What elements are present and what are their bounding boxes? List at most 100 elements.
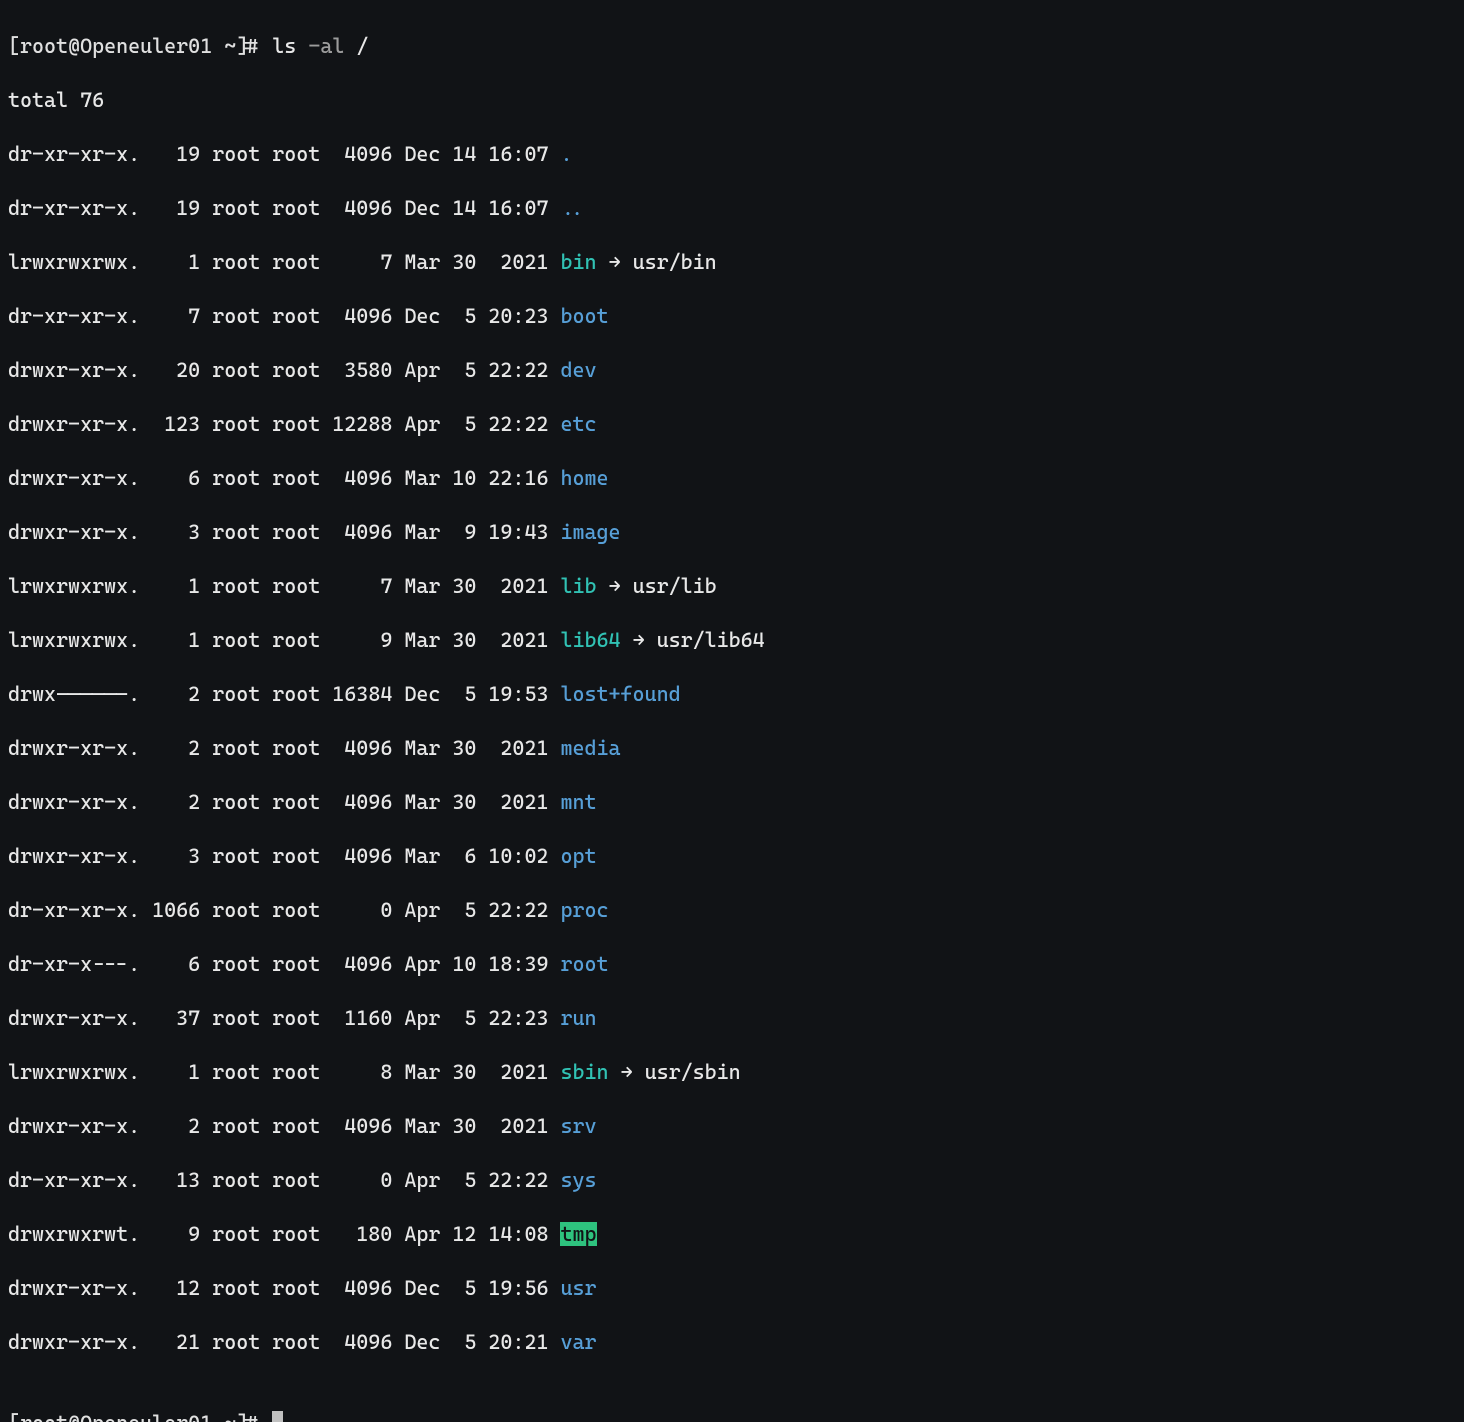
size: 4096 bbox=[332, 141, 392, 168]
group: root bbox=[272, 573, 332, 600]
filename: proc bbox=[560, 898, 608, 922]
owner: root bbox=[212, 573, 272, 600]
date: Apr 5 22:22 bbox=[404, 411, 560, 438]
filename: tmp bbox=[560, 1222, 596, 1246]
size: 180 bbox=[332, 1221, 392, 1248]
size: 4096 bbox=[332, 951, 392, 978]
prompt-user-host: root@Openeuler01 ~ bbox=[20, 34, 236, 58]
ls-row: dr-xr-xr-x.19 rootroot4096 Dec 14 16:07.… bbox=[8, 195, 1456, 222]
date: Dec 5 20:21 bbox=[404, 1329, 560, 1356]
filename: .. bbox=[560, 196, 584, 220]
date: Mar 30 2021 bbox=[404, 249, 560, 276]
filename: etc bbox=[560, 412, 596, 436]
group: root bbox=[272, 357, 332, 384]
size: 4096 bbox=[332, 465, 392, 492]
prompt-open-bracket: [ bbox=[8, 34, 20, 58]
size: 7 bbox=[332, 573, 392, 600]
ls-row: drwxr-xr-x.37 rootroot1160 Apr 5 22:23ru… bbox=[8, 1005, 1456, 1032]
group: root bbox=[272, 1275, 332, 1302]
owner: root bbox=[212, 1167, 272, 1194]
group: root bbox=[272, 1329, 332, 1356]
ls-row: drwxr-xr-x.6 rootroot4096 Mar 10 22:16ho… bbox=[8, 465, 1456, 492]
command-name: ls bbox=[272, 34, 296, 58]
size: 1160 bbox=[332, 1005, 392, 1032]
ls-row: lrwxrwxrwx.1 rootroot7 Mar 30 2021bin → … bbox=[8, 249, 1456, 276]
symlink-arrow-icon: → bbox=[597, 250, 633, 274]
symlink-arrow-icon: → bbox=[621, 628, 657, 652]
filename: dev bbox=[560, 358, 596, 382]
owner: root bbox=[212, 141, 272, 168]
link-count: 2 bbox=[152, 735, 200, 762]
permissions: drwxr-xr-x. bbox=[8, 1275, 152, 1302]
date: Apr 5 22:22 bbox=[404, 1167, 560, 1194]
owner: root bbox=[212, 303, 272, 330]
date: Dec 5 20:23 bbox=[404, 303, 560, 330]
permissions: dr-xr-xr-x. bbox=[8, 1167, 152, 1194]
group: root bbox=[272, 1113, 332, 1140]
date: Mar 30 2021 bbox=[404, 735, 560, 762]
permissions: drwxr-xr-x. bbox=[8, 789, 152, 816]
group: root bbox=[272, 735, 332, 762]
prompt-line-1: [root@Openeuler01 ~]# ls -al / bbox=[8, 33, 1456, 60]
owner: root bbox=[212, 519, 272, 546]
link-count: 1 bbox=[152, 249, 200, 276]
size: 0 bbox=[332, 897, 392, 924]
symlink-target: usr/sbin bbox=[645, 1060, 741, 1084]
filename: usr bbox=[560, 1276, 596, 1300]
group: root bbox=[272, 141, 332, 168]
filename: srv bbox=[560, 1114, 596, 1138]
size: 12288 bbox=[332, 411, 392, 438]
date: Apr 10 18:39 bbox=[404, 951, 560, 978]
size: 4096 bbox=[332, 1275, 392, 1302]
permissions: lrwxrwxrwx. bbox=[8, 1059, 152, 1086]
permissions: lrwxrwxrwx. bbox=[8, 573, 152, 600]
ls-row: drwxr-xr-x.2 rootroot4096 Mar 30 2021med… bbox=[8, 735, 1456, 762]
permissions: drwx------. bbox=[8, 681, 152, 708]
filename: sbin bbox=[560, 1060, 608, 1084]
filename: bin bbox=[560, 250, 596, 274]
group: root bbox=[272, 303, 332, 330]
permissions: dr-xr-xr-x. bbox=[8, 303, 152, 330]
permissions: drwxr-xr-x. bbox=[8, 843, 152, 870]
prompt-open-bracket: [ bbox=[8, 1411, 20, 1422]
permissions: lrwxrwxrwx. bbox=[8, 627, 152, 654]
ls-row: dr-xr-xr-x.13 rootroot0 Apr 5 22:22sys bbox=[8, 1167, 1456, 1194]
prompt-line-2[interactable]: [root@Openeuler01 ~]# bbox=[8, 1410, 1456, 1422]
permissions: drwxrwxrwt. bbox=[8, 1221, 152, 1248]
symlink-arrow-icon: → bbox=[609, 1060, 645, 1084]
owner: root bbox=[212, 249, 272, 276]
link-count: 3 bbox=[152, 519, 200, 546]
date: Mar 30 2021 bbox=[404, 627, 560, 654]
owner: root bbox=[212, 897, 272, 924]
group: root bbox=[272, 195, 332, 222]
size: 4096 bbox=[332, 303, 392, 330]
group: root bbox=[272, 627, 332, 654]
cursor[interactable] bbox=[272, 1411, 283, 1422]
link-count: 1066 bbox=[152, 897, 200, 924]
filename: opt bbox=[560, 844, 596, 868]
link-count: 6 bbox=[152, 951, 200, 978]
filename: mnt bbox=[560, 790, 596, 814]
size: 4096 bbox=[332, 519, 392, 546]
owner: root bbox=[212, 465, 272, 492]
size: 8 bbox=[332, 1059, 392, 1086]
command-option: -al bbox=[308, 34, 344, 58]
command-arg: / bbox=[356, 34, 368, 58]
terminal-output[interactable]: [root@Openeuler01 ~]# ls -al / total 76 … bbox=[0, 0, 1464, 1422]
group: root bbox=[272, 1005, 332, 1032]
owner: root bbox=[212, 951, 272, 978]
date: Apr 5 22:23 bbox=[404, 1005, 560, 1032]
total-line: total 76 bbox=[8, 87, 1456, 114]
ls-row: drwxr-xr-x.3 rootroot4096 Mar 6 10:02opt bbox=[8, 843, 1456, 870]
permissions: drwxr-xr-x. bbox=[8, 1005, 152, 1032]
filename: media bbox=[560, 736, 620, 760]
date: Mar 30 2021 bbox=[404, 573, 560, 600]
ls-row: drwxr-xr-x.2 rootroot4096 Mar 30 2021mnt bbox=[8, 789, 1456, 816]
owner: root bbox=[212, 195, 272, 222]
size: 7 bbox=[332, 249, 392, 276]
link-count: 2 bbox=[152, 789, 200, 816]
link-count: 9 bbox=[152, 1221, 200, 1248]
group: root bbox=[272, 519, 332, 546]
permissions: drwxr-xr-x. bbox=[8, 1113, 152, 1140]
link-count: 19 bbox=[152, 141, 200, 168]
